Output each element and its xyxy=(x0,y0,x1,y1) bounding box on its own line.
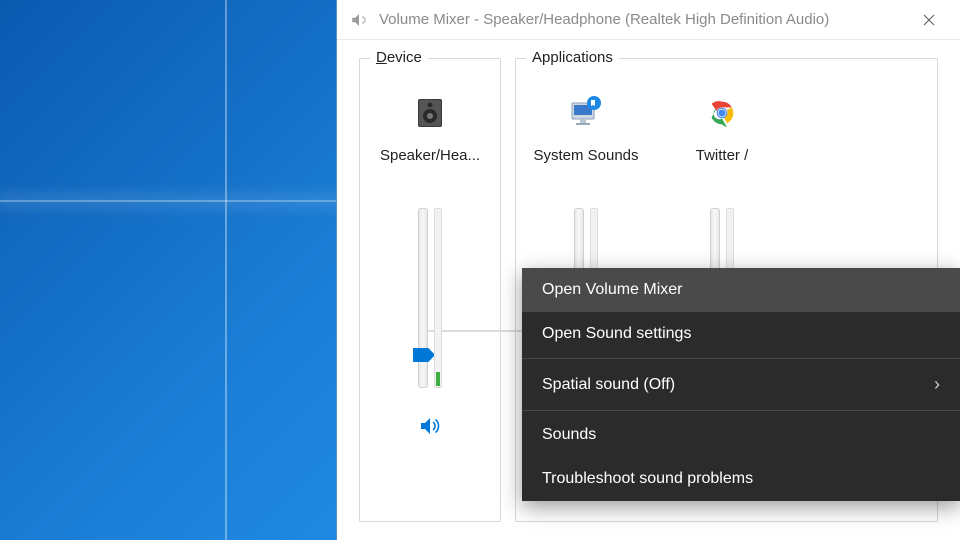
volume-slider[interactable] xyxy=(418,198,442,388)
device-group-label: Device xyxy=(370,49,428,66)
chevron-right-icon: › xyxy=(934,374,940,395)
mute-button[interactable] xyxy=(414,410,446,442)
device-group: Device Speaker/Hea... xyxy=(359,58,501,522)
desktop-light-ray xyxy=(0,200,350,202)
applications-group-label: Applications xyxy=(526,49,619,66)
speaker-icon xyxy=(349,10,369,30)
channel-label: Twitter / xyxy=(696,147,749,164)
menu-item-label: Open Sound settings xyxy=(542,325,691,343)
menu-item-label: Troubleshoot sound problems xyxy=(542,470,753,488)
close-button[interactable] xyxy=(906,4,952,36)
titlebar[interactable]: Volume Mixer - Speaker/Headphone (Realte… xyxy=(337,0,960,40)
menu-item-label: Open Volume Mixer xyxy=(542,281,683,299)
menu-item-label: Spatial sound (Off) xyxy=(542,376,675,394)
menu-spatial-sound[interactable]: Spatial sound (Off) › xyxy=(522,361,960,408)
speaker-device-icon[interactable] xyxy=(410,93,450,133)
menu-sounds[interactable]: Sounds xyxy=(522,413,960,457)
menu-troubleshoot[interactable]: Troubleshoot sound problems xyxy=(522,457,960,501)
channel-label: System Sounds xyxy=(533,147,638,164)
chrome-icon[interactable] xyxy=(702,93,742,133)
sound-context-menu: Open Volume Mixer Open Sound settings Sp… xyxy=(522,268,960,501)
channel-label: Speaker/Hea... xyxy=(380,147,480,164)
desktop-light-ray xyxy=(225,0,227,540)
menu-open-volume-mixer[interactable]: Open Volume Mixer xyxy=(522,268,960,312)
menu-separator xyxy=(522,358,960,359)
menu-separator xyxy=(522,410,960,411)
menu-item-label: Sounds xyxy=(542,426,596,444)
channel-device: Speaker/Hea... xyxy=(366,87,494,507)
system-sounds-icon[interactable] xyxy=(566,93,606,133)
window-title: Volume Mixer - Speaker/Headphone (Realte… xyxy=(379,11,906,28)
menu-open-sound-settings[interactable]: Open Sound settings xyxy=(522,312,960,356)
